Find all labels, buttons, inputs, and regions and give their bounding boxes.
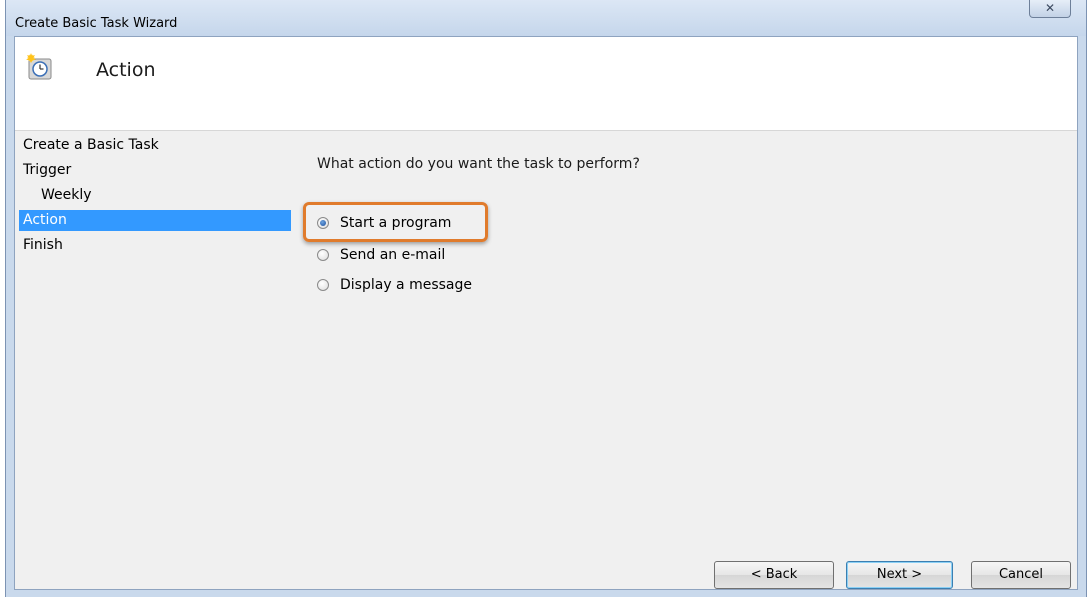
nav-step-label: Weekly [41, 187, 92, 203]
wizard-steps-nav: Create a Basic Task Trigger Weekly Actio… [19, 133, 291, 258]
next-button[interactable]: Next > [846, 561, 953, 589]
radio-label: Send an e-mail [340, 247, 446, 263]
page-title: Action [96, 59, 156, 81]
nav-step-label: Action [23, 212, 67, 228]
close-button[interactable]: ✕ [1029, 0, 1071, 18]
nav-step-label: Trigger [23, 162, 72, 178]
radio-start-program[interactable]: Start a program [317, 212, 451, 234]
back-button[interactable]: < Back [714, 561, 834, 589]
wizard-body: Action Create a Basic Task Trigger Weekl… [14, 36, 1078, 590]
cancel-button[interactable]: Cancel [971, 561, 1071, 589]
wizard-header: Action [15, 37, 1077, 131]
radio-button[interactable] [317, 249, 329, 261]
close-icon: ✕ [1044, 1, 1056, 15]
nav-step-finish[interactable]: Finish [19, 233, 291, 258]
nav-step-action[interactable]: Action [19, 210, 291, 231]
nav-step-trigger[interactable]: Trigger [19, 158, 291, 183]
window-title: Create Basic Task Wizard [15, 16, 178, 31]
radio-label: Display a message [340, 277, 473, 293]
radio-button-checked[interactable] [317, 217, 329, 229]
radio-send-email[interactable]: Send an e-mail [317, 244, 445, 266]
nav-step-label: Finish [23, 237, 63, 253]
radio-label: Start a program [340, 215, 452, 231]
nav-step-label: Create a Basic Task [23, 137, 159, 153]
radio-display-message[interactable]: Display a message [317, 274, 472, 296]
title-bar: Create Basic Task Wizard ✕ [6, 0, 1086, 36]
wizard-window: Create Basic Task Wizard ✕ Action Create… [5, 0, 1087, 597]
radio-button[interactable] [317, 279, 329, 291]
nav-step-weekly[interactable]: Weekly [19, 183, 291, 208]
nav-step-create-basic-task[interactable]: Create a Basic Task [19, 133, 291, 158]
action-question: What action do you want the task to perf… [317, 156, 640, 172]
clock-icon [26, 53, 52, 80]
